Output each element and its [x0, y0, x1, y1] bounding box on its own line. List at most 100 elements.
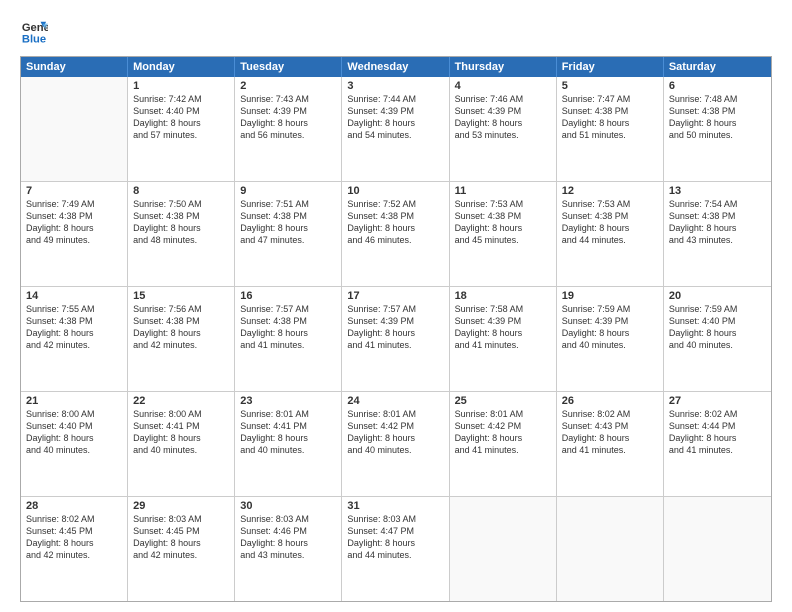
day-cell-24: 24Sunrise: 8:01 AMSunset: 4:42 PMDayligh… — [342, 392, 449, 496]
day-number: 27 — [669, 395, 766, 407]
cell-info-line: Daylight: 8 hours — [26, 537, 122, 549]
cell-info-line: Sunrise: 8:03 AM — [347, 513, 443, 525]
cell-info-line: Daylight: 8 hours — [347, 117, 443, 129]
cell-info-line: and 40 minutes. — [133, 444, 229, 456]
cell-info-line: Daylight: 8 hours — [347, 327, 443, 339]
day-number: 1 — [133, 80, 229, 92]
cell-info-line: Sunrise: 8:00 AM — [133, 408, 229, 420]
day-cell-25: 25Sunrise: 8:01 AMSunset: 4:42 PMDayligh… — [450, 392, 557, 496]
cell-info-line: Daylight: 8 hours — [562, 222, 658, 234]
cell-info-line: and 40 minutes. — [347, 444, 443, 456]
day-number: 22 — [133, 395, 229, 407]
logo: General Blue — [20, 18, 48, 46]
cell-info-line: Sunrise: 7:59 AM — [669, 303, 766, 315]
day-number: 11 — [455, 185, 551, 197]
day-cell-7: 7Sunrise: 7:49 AMSunset: 4:38 PMDaylight… — [21, 182, 128, 286]
cell-info-line: and 40 minutes. — [669, 339, 766, 351]
header-day-friday: Friday — [557, 57, 664, 77]
cell-info-line: and 40 minutes. — [562, 339, 658, 351]
calendar-week-1: 1Sunrise: 7:42 AMSunset: 4:40 PMDaylight… — [21, 77, 771, 182]
cell-info-line: Daylight: 8 hours — [133, 117, 229, 129]
cell-info-line: Sunrise: 7:47 AM — [562, 93, 658, 105]
cell-info-line: Sunset: 4:38 PM — [133, 315, 229, 327]
cell-info-line: Sunset: 4:41 PM — [133, 420, 229, 432]
cell-info-line: Daylight: 8 hours — [240, 537, 336, 549]
cell-info-line: Sunset: 4:40 PM — [133, 105, 229, 117]
cell-info-line: Sunrise: 8:02 AM — [669, 408, 766, 420]
cell-info-line: and 40 minutes. — [26, 444, 122, 456]
cell-info-line: Sunset: 4:45 PM — [26, 525, 122, 537]
cell-info-line: and 40 minutes. — [240, 444, 336, 456]
cell-info-line: Sunrise: 7:42 AM — [133, 93, 229, 105]
day-cell-5: 5Sunrise: 7:47 AMSunset: 4:38 PMDaylight… — [557, 77, 664, 181]
cell-info-line: Sunrise: 8:03 AM — [133, 513, 229, 525]
day-cell-4: 4Sunrise: 7:46 AMSunset: 4:39 PMDaylight… — [450, 77, 557, 181]
cell-info-line: Sunrise: 8:01 AM — [347, 408, 443, 420]
cell-info-line: Daylight: 8 hours — [26, 222, 122, 234]
header-day-sunday: Sunday — [21, 57, 128, 77]
empty-cell — [664, 497, 771, 601]
cell-info-line: Sunset: 4:40 PM — [26, 420, 122, 432]
day-cell-29: 29Sunrise: 8:03 AMSunset: 4:45 PMDayligh… — [128, 497, 235, 601]
cell-info-line: Sunset: 4:46 PM — [240, 525, 336, 537]
cell-info-line: Sunrise: 7:52 AM — [347, 198, 443, 210]
cell-info-line: Sunset: 4:40 PM — [669, 315, 766, 327]
day-number: 16 — [240, 290, 336, 302]
cell-info-line: Daylight: 8 hours — [240, 327, 336, 339]
cell-info-line: Sunset: 4:39 PM — [347, 105, 443, 117]
day-number: 31 — [347, 500, 443, 512]
day-number: 21 — [26, 395, 122, 407]
day-number: 28 — [26, 500, 122, 512]
day-cell-26: 26Sunrise: 8:02 AMSunset: 4:43 PMDayligh… — [557, 392, 664, 496]
day-cell-15: 15Sunrise: 7:56 AMSunset: 4:38 PMDayligh… — [128, 287, 235, 391]
cell-info-line: Sunrise: 7:55 AM — [26, 303, 122, 315]
cell-info-line: Daylight: 8 hours — [562, 117, 658, 129]
cell-info-line: and 41 minutes. — [455, 339, 551, 351]
day-cell-1: 1Sunrise: 7:42 AMSunset: 4:40 PMDaylight… — [128, 77, 235, 181]
calendar-container: SundayMondayTuesdayWednesdayThursdayFrid… — [20, 56, 772, 602]
day-cell-3: 3Sunrise: 7:44 AMSunset: 4:39 PMDaylight… — [342, 77, 449, 181]
calendar-week-2: 7Sunrise: 7:49 AMSunset: 4:38 PMDaylight… — [21, 182, 771, 287]
cell-info-line: Daylight: 8 hours — [669, 222, 766, 234]
cell-info-line: Daylight: 8 hours — [562, 327, 658, 339]
cell-info-line: and 42 minutes. — [133, 549, 229, 561]
day-number: 30 — [240, 500, 336, 512]
cell-info-line: Daylight: 8 hours — [133, 537, 229, 549]
cell-info-line: Daylight: 8 hours — [133, 327, 229, 339]
cell-info-line: Sunrise: 7:57 AM — [347, 303, 443, 315]
header-day-thursday: Thursday — [450, 57, 557, 77]
cell-info-line: and 42 minutes. — [26, 339, 122, 351]
cell-info-line: Daylight: 8 hours — [562, 432, 658, 444]
cell-info-line: Sunrise: 7:43 AM — [240, 93, 336, 105]
cell-info-line: Sunrise: 7:49 AM — [26, 198, 122, 210]
cell-info-line: and 43 minutes. — [669, 234, 766, 246]
cell-info-line: Daylight: 8 hours — [347, 537, 443, 549]
cell-info-line: Daylight: 8 hours — [455, 327, 551, 339]
day-number: 8 — [133, 185, 229, 197]
day-cell-16: 16Sunrise: 7:57 AMSunset: 4:38 PMDayligh… — [235, 287, 342, 391]
day-number: 5 — [562, 80, 658, 92]
empty-cell — [557, 497, 664, 601]
day-number: 7 — [26, 185, 122, 197]
header-day-tuesday: Tuesday — [235, 57, 342, 77]
day-cell-31: 31Sunrise: 8:03 AMSunset: 4:47 PMDayligh… — [342, 497, 449, 601]
day-cell-23: 23Sunrise: 8:01 AMSunset: 4:41 PMDayligh… — [235, 392, 342, 496]
header-day-saturday: Saturday — [664, 57, 771, 77]
cell-info-line: Sunset: 4:38 PM — [562, 105, 658, 117]
day-cell-21: 21Sunrise: 8:00 AMSunset: 4:40 PMDayligh… — [21, 392, 128, 496]
calendar-header: SundayMondayTuesdayWednesdayThursdayFrid… — [21, 57, 771, 77]
cell-info-line: Sunset: 4:38 PM — [240, 315, 336, 327]
cell-info-line: Sunrise: 7:44 AM — [347, 93, 443, 105]
day-cell-27: 27Sunrise: 8:02 AMSunset: 4:44 PMDayligh… — [664, 392, 771, 496]
calendar-body: 1Sunrise: 7:42 AMSunset: 4:40 PMDaylight… — [21, 77, 771, 601]
cell-info-line: and 56 minutes. — [240, 129, 336, 141]
cell-info-line: Sunset: 4:42 PM — [455, 420, 551, 432]
cell-info-line: Sunset: 4:47 PM — [347, 525, 443, 537]
cell-info-line: and 45 minutes. — [455, 234, 551, 246]
day-cell-17: 17Sunrise: 7:57 AMSunset: 4:39 PMDayligh… — [342, 287, 449, 391]
cell-info-line: Daylight: 8 hours — [26, 327, 122, 339]
cell-info-line: Sunrise: 7:51 AM — [240, 198, 336, 210]
day-cell-20: 20Sunrise: 7:59 AMSunset: 4:40 PMDayligh… — [664, 287, 771, 391]
cell-info-line: Sunset: 4:44 PM — [669, 420, 766, 432]
cell-info-line: Daylight: 8 hours — [669, 327, 766, 339]
